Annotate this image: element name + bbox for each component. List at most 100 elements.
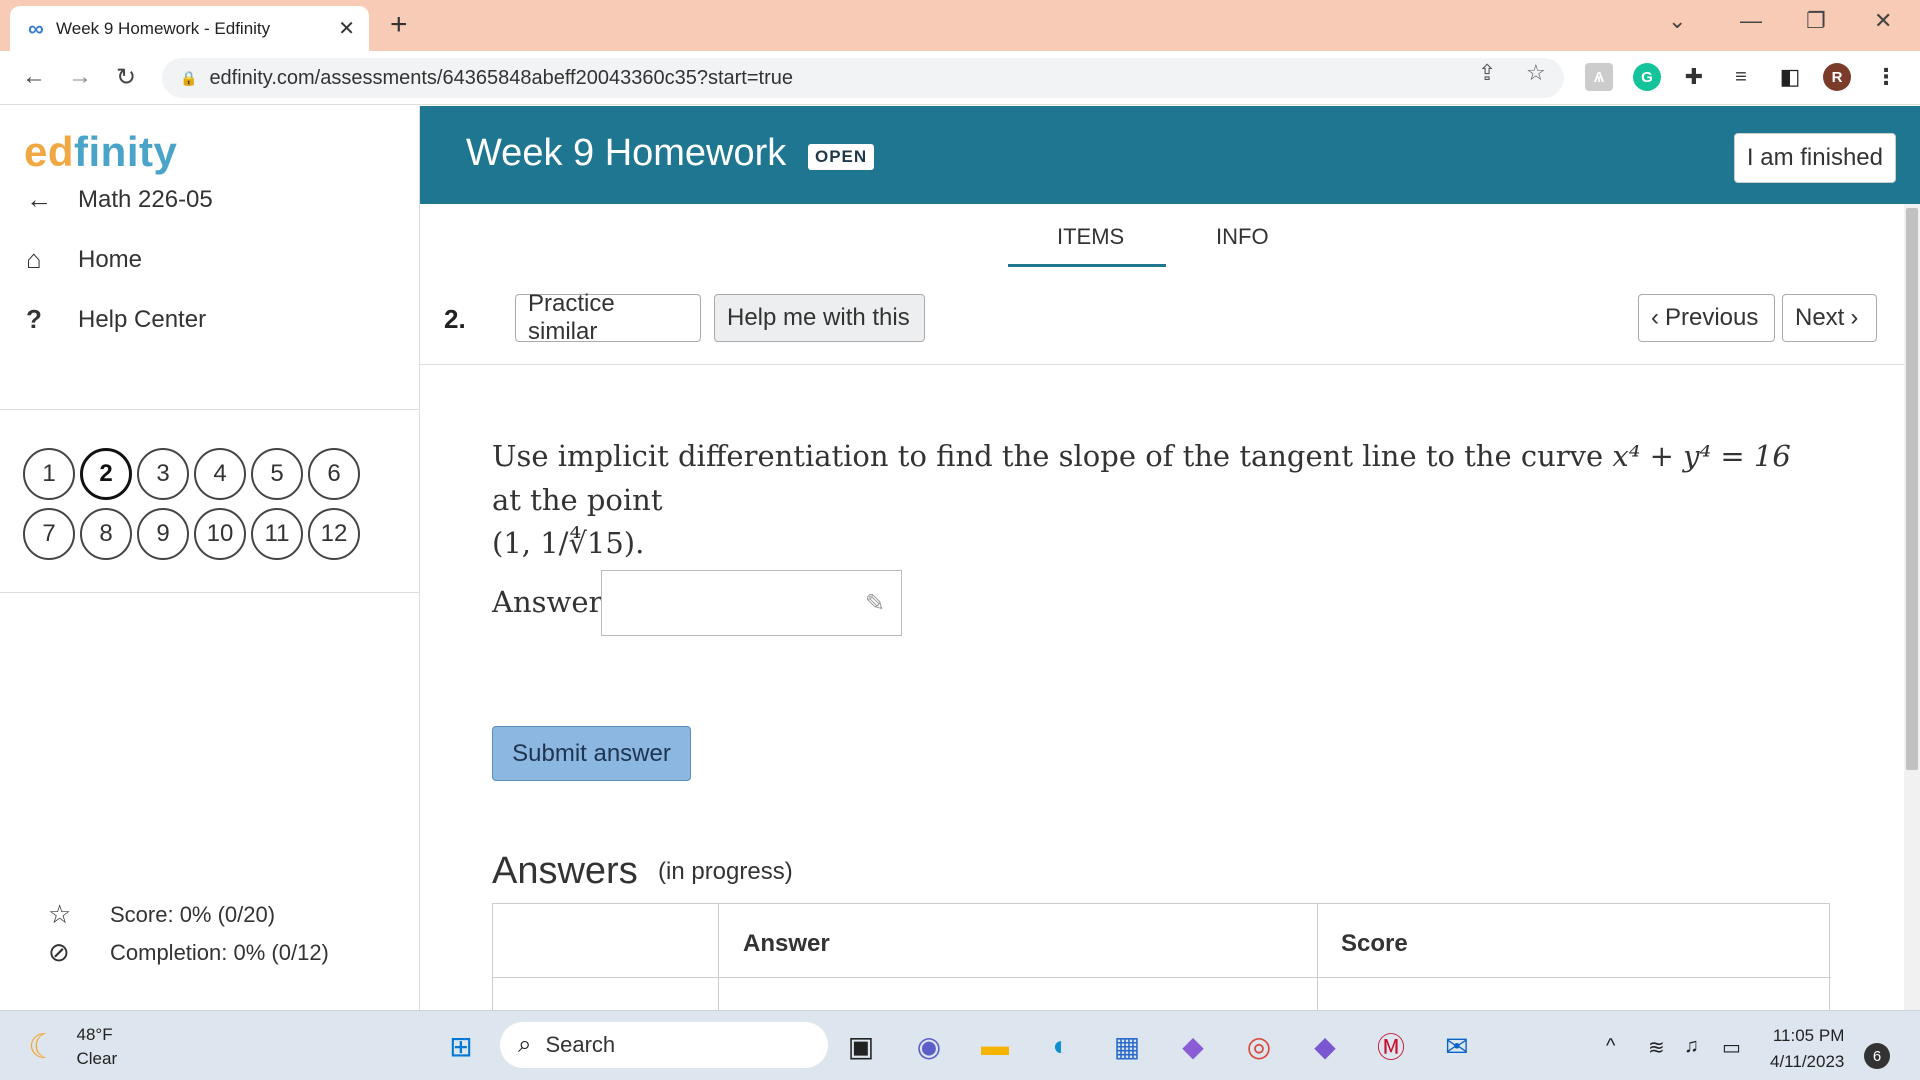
browser-tab[interactable]: ∞ Week 9 Homework - Edfinity ✕ [10,6,369,51]
close-window-icon[interactable]: ✕ [1874,8,1892,34]
chat-icon[interactable]: ◉ [910,1027,948,1065]
answer-label: Answer: [492,585,613,619]
app-icon[interactable]: ◆ [1306,1027,1344,1065]
question-9-button[interactable]: 9 [137,508,189,560]
extension-icon[interactable]: Ѧ [1585,63,1613,91]
question-4-button[interactable]: 4 [194,448,246,500]
question-11-button[interactable]: 11 [251,508,303,560]
weather-widget[interactable]: ☾ 48°F Clear [28,1023,117,1071]
battery-icon[interactable]: ▭ [1722,1035,1741,1060]
question-toolbar: 2. Practice similar Help me with this ‹ … [420,270,1920,365]
restore-icon[interactable]: ❐ [1806,8,1826,34]
sidebar: edfinity ← Math 226-05 ⌂ Home ? Help Cen… [0,106,420,1010]
search-icon: ⌕ [518,1031,532,1058]
lock-icon: 🔒 [180,69,198,86]
question-1-button[interactable]: 1 [23,448,75,500]
forward-icon[interactable]: → [68,63,92,91]
assessment-header: Week 9 Homework OPEN I am finished [420,106,1920,204]
problem-equation: x⁴ + y⁴ = 16 [1612,439,1791,473]
bookmark-star-icon[interactable]: ☆ [1526,60,1546,86]
question-8-button[interactable]: 8 [80,508,132,560]
question-mark-icon: ? [26,304,42,334]
task-view-icon[interactable]: ▣ [842,1027,880,1065]
grammarly-icon[interactable]: G [1633,63,1661,91]
question-6-button[interactable]: 6 [308,448,360,500]
side-panel-icon[interactable]: ◧ [1776,63,1804,91]
tab-info[interactable]: INFO [1216,224,1269,250]
tabs: ITEMS INFO [420,204,1920,268]
submit-answer-button[interactable]: Submit answer [492,726,691,781]
taskbar-search[interactable]: ⌕ Search [500,1022,828,1068]
tab-items[interactable]: ITEMS [1057,224,1124,250]
mcafee-icon[interactable]: Ⓜ [1372,1027,1410,1065]
help-me-button[interactable]: Help me with this [714,294,925,342]
store-icon[interactable]: ▦ [1108,1027,1146,1065]
score-stat: ☆ Score: 0% (0/20) [48,899,275,930]
close-tab-icon[interactable]: ✕ [338,16,355,41]
logo-finity: finity [74,128,178,175]
active-tab-indicator [1008,264,1166,267]
browser-toolbar: ← → ↻ 🔒 edfinity.com/assessments/6436584… [0,51,1920,105]
tab-search-chevron-icon[interactable]: ⌄ [1668,8,1686,34]
copilot-icon[interactable]: ◆ [1174,1027,1212,1065]
minimize-icon[interactable]: — [1740,8,1762,34]
url-text: edfinity.com/assessments/64365848abeff20… [209,66,793,89]
question-10-button[interactable]: 10 [194,508,246,560]
practice-similar-button[interactable]: Practice similar [515,290,701,345]
volume-icon[interactable]: ♫ [1684,1035,1699,1058]
chrome-icon[interactable]: ◎ [1240,1027,1278,1065]
new-tab-icon[interactable]: + [390,8,408,42]
sidebar-item-help[interactable]: ? Help Center [26,304,206,335]
sidebar-item-course[interactable]: ← Math 226-05 [26,184,213,215]
logo-ed: ed [24,128,75,175]
star-icon: ☆ [48,899,72,929]
table-divider [1317,904,1318,1011]
question-12-button[interactable]: 12 [308,508,360,560]
problem-text-before: Use implicit differentiation to find the… [492,439,1604,473]
browser-menu-icon[interactable]: ⋮ [1872,63,1900,91]
question-7-button[interactable]: 7 [23,508,75,560]
table-row-divider [493,977,1831,978]
answers-heading: Answers [492,850,638,892]
next-button[interactable]: Next › [1782,294,1877,342]
edfinity-logo[interactable]: edfinity [24,128,177,176]
problem-text-mid: at the point [492,482,663,517]
scrollbar-thumb[interactable] [1906,208,1918,770]
address-bar[interactable]: 🔒 edfinity.com/assessments/64365848abeff… [162,58,1564,98]
previous-button[interactable]: ‹ Previous [1638,294,1775,342]
back-icon[interactable]: ← [22,63,46,91]
chevron-right-icon: › [1850,304,1859,331]
reload-icon[interactable]: ↻ [116,63,136,92]
show-hidden-icons-icon[interactable]: ^ [1606,1035,1615,1058]
question-3-button[interactable]: 3 [137,448,189,500]
file-explorer-icon[interactable]: ▬ [976,1027,1014,1065]
wifi-icon[interactable]: ≋ [1648,1035,1665,1060]
reading-list-icon[interactable]: ≡ [1727,63,1755,91]
windows-start-icon[interactable]: ⊞ [442,1027,480,1065]
problem-point: (1, 1/∜15). [492,526,645,560]
finish-button[interactable]: I am finished [1733,133,1896,183]
mail-icon[interactable]: ✉ [1438,1027,1476,1065]
completion-text: Completion: 0% (0/12) [110,939,329,965]
extensions-puzzle-icon[interactable]: ✚ [1680,63,1708,91]
question-2-button[interactable]: 2 [80,448,132,500]
weather-temp: 48°F [76,1025,113,1044]
tab-title: Week 9 Homework - Edfinity [56,18,271,38]
home-icon: ⌂ [26,244,42,274]
score-text: Score: 0% (0/20) [110,901,276,927]
pencil-edit-icon[interactable]: ✎ [865,589,885,618]
divider [0,592,420,593]
answer-input[interactable]: ✎ [601,570,902,636]
divider [0,409,420,410]
share-icon[interactable]: ⇪ [1478,60,1496,86]
weather-condition: Clear [76,1048,118,1068]
edge-icon[interactable]: ◐ [1042,1027,1080,1065]
arrow-left-icon: ← [26,184,52,214]
completion-stat: ⊘ Completion: 0% (0/12) [48,937,329,968]
notification-badge[interactable]: 6 [1864,1043,1890,1069]
system-clock[interactable]: 11:05 PM 4/11/2023 [1770,1023,1844,1074]
profile-avatar[interactable]: R [1823,63,1851,91]
question-5-button[interactable]: 5 [251,448,303,500]
sidebar-item-home[interactable]: ⌂ Home [26,244,142,275]
windows-taskbar: ☾ 48°F Clear ⊞ ⌕ Search ▣ ◉ ▬ ◐ ▦ ◆ ◎ ◆ … [0,1010,1920,1080]
